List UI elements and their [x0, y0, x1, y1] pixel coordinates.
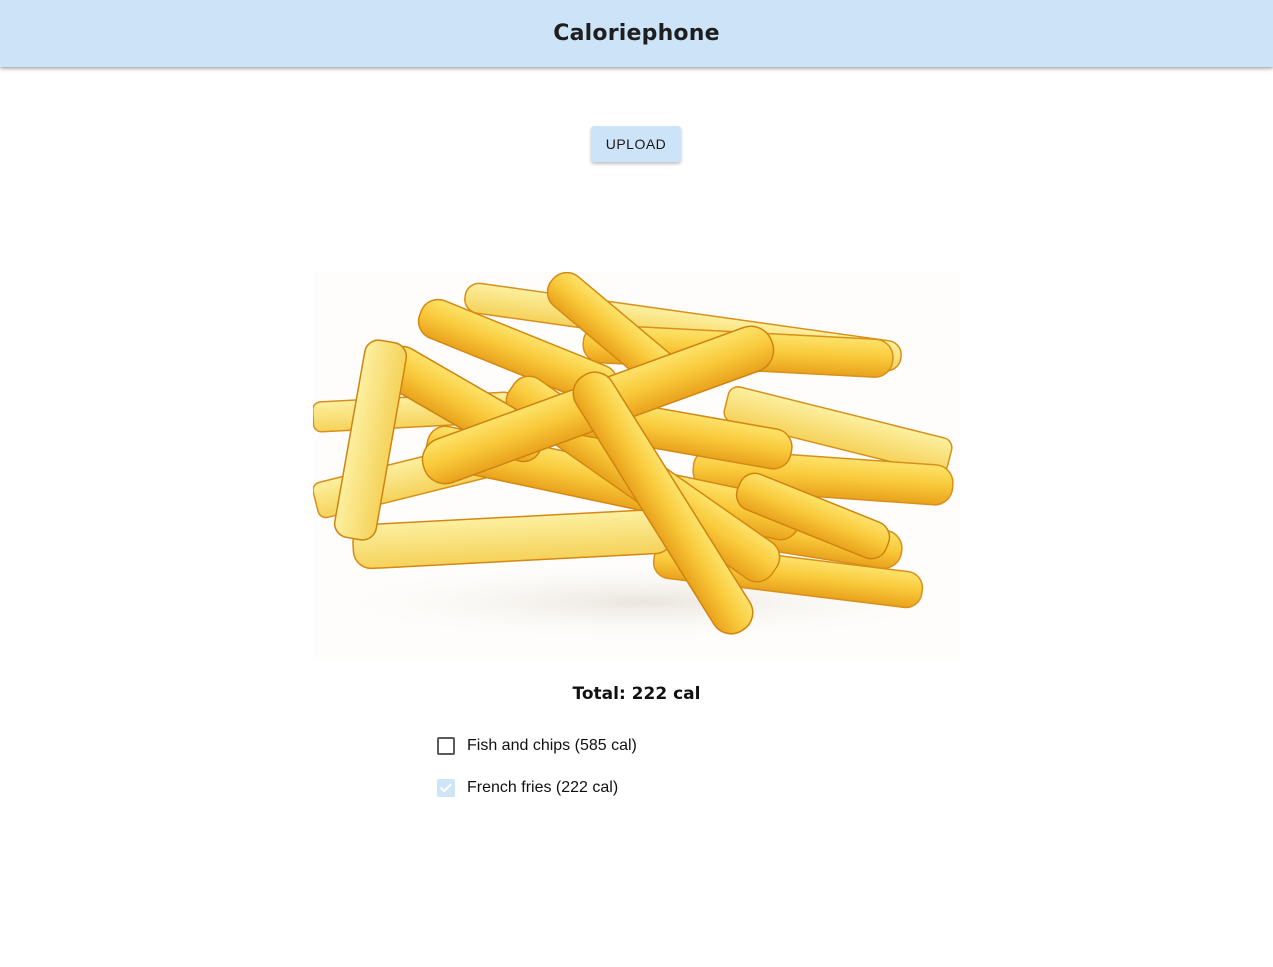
list-item-fish-and-chips[interactable]: Fish and chips (585 cal) — [436, 733, 637, 759]
upload-button[interactable]: UPLOAD — [591, 126, 681, 162]
food-photo — [313, 272, 960, 660]
app-title: Caloriephone — [553, 20, 720, 46]
french-fries-label: French fries (222 cal) — [467, 779, 619, 796]
total-calories: Total: 222 cal — [572, 684, 701, 704]
list-item-french-fries[interactable]: French fries (222 cal) — [436, 775, 637, 801]
french-fries-photo — [313, 272, 960, 660]
fish-and-chips-checkbox[interactable] — [437, 737, 455, 755]
prediction-list: Fish and chips (585 cal) French fries (2… — [436, 733, 637, 817]
fish-and-chips-label: Fish and chips (585 cal) — [467, 737, 637, 754]
french-fries-checkbox[interactable] — [437, 779, 455, 797]
app-bar: Caloriephone — [0, 0, 1273, 67]
